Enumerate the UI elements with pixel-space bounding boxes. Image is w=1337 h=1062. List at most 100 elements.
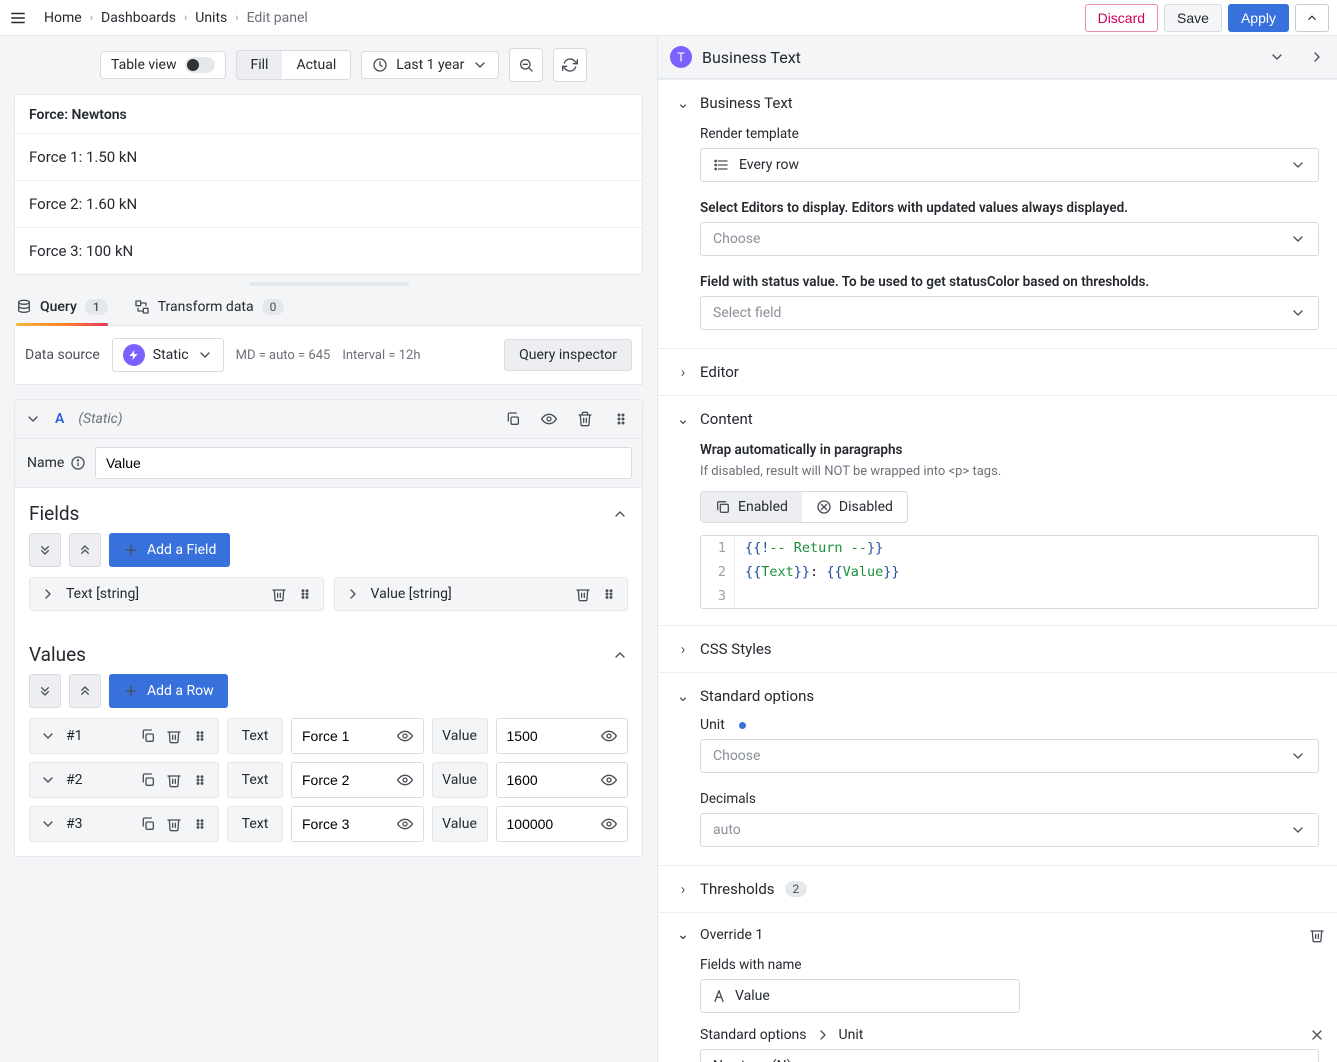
section-override[interactable]: Override 1	[700, 927, 763, 943]
switch-icon[interactable]	[185, 57, 215, 73]
collapse-all-button[interactable]	[29, 533, 61, 567]
text-col-label: Text	[227, 806, 283, 842]
discard-button[interactable]: Discard	[1085, 4, 1158, 32]
time-range-picker[interactable]: Last 1 year	[361, 51, 499, 79]
expand-all-button[interactable]	[69, 674, 101, 708]
section-title: Thresholds	[700, 880, 775, 898]
close-icon[interactable]	[1309, 1027, 1325, 1043]
row-value-input[interactable]	[507, 772, 602, 788]
status-field-select[interactable]: Select field	[700, 296, 1319, 330]
row-text-input[interactable]	[302, 772, 397, 788]
trash-icon[interactable]	[575, 586, 591, 602]
collapse-options-button[interactable]	[1295, 4, 1329, 32]
wrap-enabled[interactable]: Enabled	[701, 492, 802, 522]
section-thresholds[interactable]: › Thresholds 2	[676, 876, 1337, 906]
apply-button[interactable]: Apply	[1228, 4, 1289, 32]
section-business-text[interactable]: ⌄ Business Text	[676, 90, 1337, 120]
datasource-picker[interactable]: Static	[112, 338, 224, 372]
breadcrumb: Home › Dashboards › Units › Edit panel	[38, 10, 308, 26]
trash-icon[interactable]	[271, 586, 287, 602]
drag-icon[interactable]	[192, 728, 208, 744]
duplicate-icon[interactable]	[502, 408, 524, 430]
duplicate-icon[interactable]	[140, 728, 156, 744]
override-dot-icon	[739, 722, 746, 729]
expand-all-button[interactable]	[69, 533, 101, 567]
fill-button[interactable]: Fill	[237, 51, 283, 79]
table-view-toggle[interactable]: Table view	[100, 51, 226, 79]
eye-icon[interactable]	[601, 772, 617, 788]
field-pill-text[interactable]: Text [string]	[29, 577, 324, 611]
drag-icon[interactable]	[192, 772, 208, 788]
chevron-up-icon[interactable]	[612, 647, 628, 663]
content-code-editor[interactable]: 1{{!-- Return --}} 2{{Text}}: {{Value}} …	[700, 535, 1319, 609]
chevron-right-icon[interactable]	[1309, 49, 1325, 65]
drag-icon[interactable]	[601, 586, 617, 602]
section-standard-options[interactable]: ⌄ Standard options	[676, 683, 1337, 713]
section-content[interactable]: ⌄ Content	[676, 406, 1337, 436]
duplicate-icon[interactable]	[140, 772, 156, 788]
trash-icon[interactable]	[166, 816, 182, 832]
chevron-right-icon	[815, 1027, 831, 1043]
eye-icon[interactable]	[397, 728, 413, 744]
wrap-disabled[interactable]: Disabled	[802, 492, 907, 522]
add-row-button[interactable]: Add a Row	[109, 674, 228, 708]
trash-icon[interactable]	[574, 408, 596, 430]
override-unit-select[interactable]: Newtons (N)	[700, 1049, 1319, 1062]
trash-icon[interactable]	[166, 728, 182, 744]
tab-transform[interactable]: Transform data 0	[134, 299, 285, 325]
menu-toggle[interactable]	[4, 4, 32, 32]
drag-icon[interactable]	[610, 408, 632, 430]
section-css[interactable]: › CSS Styles	[676, 636, 1337, 666]
save-button[interactable]: Save	[1164, 4, 1222, 32]
chevron-down-icon[interactable]	[1269, 49, 1285, 65]
unit-select[interactable]: Choose	[700, 739, 1319, 773]
render-template-select[interactable]: Every row	[700, 148, 1319, 182]
actual-button[interactable]: Actual	[282, 51, 350, 79]
row-index-chip[interactable]: #2	[29, 762, 219, 798]
eye-icon[interactable]	[601, 816, 617, 832]
duplicate-icon[interactable]	[140, 816, 156, 832]
eye-icon[interactable]	[538, 408, 560, 430]
chevron-down-icon	[1290, 1058, 1306, 1062]
row-value-input[interactable]	[507, 728, 602, 744]
resize-handle[interactable]	[0, 279, 657, 289]
eye-icon[interactable]	[397, 772, 413, 788]
row-text-input[interactable]	[302, 728, 397, 744]
breadcrumb-units[interactable]: Units	[195, 10, 227, 26]
breadcrumb-home[interactable]: Home	[44, 10, 82, 26]
double-chevron-up-icon	[77, 542, 93, 558]
add-field-button[interactable]: Add a Field	[109, 533, 230, 567]
refresh-button[interactable]	[553, 48, 587, 82]
row-index-chip[interactable]: #3	[29, 806, 219, 842]
editors-select[interactable]: Choose	[700, 222, 1319, 256]
row-value-input[interactable]	[507, 816, 602, 832]
zoom-out-button[interactable]	[509, 48, 543, 82]
drag-icon[interactable]	[297, 586, 313, 602]
breadcrumb-current: Edit panel	[247, 10, 308, 26]
eye-icon[interactable]	[397, 816, 413, 832]
text-col-label: Text	[227, 762, 283, 798]
drag-icon[interactable]	[192, 816, 208, 832]
field-pill-value[interactable]: Value [string]	[334, 577, 629, 611]
collapse-all-button[interactable]	[29, 674, 61, 708]
chevron-up-icon[interactable]	[612, 506, 628, 522]
query-name-input[interactable]	[95, 447, 632, 479]
chevron-down-icon	[1290, 822, 1306, 838]
trash-icon[interactable]	[1309, 927, 1325, 943]
trash-icon[interactable]	[166, 772, 182, 788]
row-index-chip[interactable]: #1	[29, 718, 219, 754]
wrap-hint: If disabled, result will NOT be wrapped …	[676, 464, 1337, 487]
override-field-select[interactable]: Value	[700, 979, 1020, 1013]
row-index: #3	[66, 816, 83, 832]
row-index: #1	[66, 728, 83, 744]
row-text-input[interactable]	[302, 816, 397, 832]
info-icon[interactable]	[70, 455, 86, 471]
breadcrumb-dashboards[interactable]: Dashboards	[101, 10, 176, 26]
preview-row: Force 1: 1.50 kN	[15, 133, 642, 180]
chevron-down-icon[interactable]	[25, 411, 41, 427]
section-editor[interactable]: › Editor	[676, 359, 1337, 389]
decimals-select[interactable]: auto	[700, 813, 1319, 847]
tab-query[interactable]: Query 1	[16, 299, 108, 325]
query-inspector-button[interactable]: Query inspector	[504, 339, 632, 371]
eye-icon[interactable]	[601, 728, 617, 744]
